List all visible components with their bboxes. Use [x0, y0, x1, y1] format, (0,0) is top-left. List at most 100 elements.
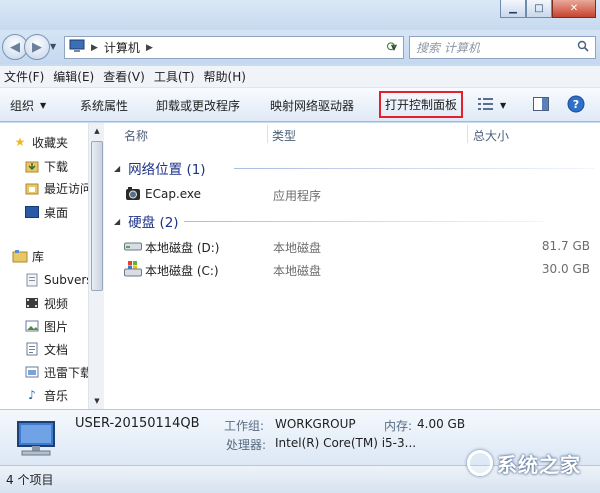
column-name[interactable]: 名称: [124, 127, 148, 144]
column-type[interactable]: 类型: [272, 127, 296, 144]
watermark: 系统之家: [467, 441, 595, 485]
item-name: ECap.exe: [145, 187, 202, 201]
address-row: ◀ ▶ ▼ ▶ 计算机 ▶ ▼ ⟳ 搜索 计算机: [0, 30, 600, 64]
change-view-button[interactable]: ▼: [478, 88, 506, 122]
minimize-button[interactable]: ▁: [500, 0, 526, 18]
nav-documents-label: 文档: [44, 342, 69, 357]
collapse-triangle-icon[interactable]: ◢: [114, 217, 120, 226]
menu-file[interactable]: 文件(F): [0, 68, 49, 85]
scrollbar-thumb[interactable]: [91, 141, 103, 291]
computer-icon: [69, 39, 85, 56]
breadcrumb-separator-icon[interactable]: ▶: [91, 43, 98, 53]
nav-desktop[interactable]: 桌面: [24, 201, 68, 223]
breadcrumb-computer[interactable]: 计算机: [104, 39, 140, 56]
column-divider[interactable]: [267, 125, 268, 143]
item-name: 本地磁盘 (D:): [145, 241, 220, 255]
picture-library-icon: [24, 318, 40, 334]
chevron-down-icon[interactable]: ▼: [500, 101, 506, 110]
workgroup-label: 工作组:: [224, 419, 265, 433]
refresh-button[interactable]: ⟳: [380, 36, 404, 59]
camera-app-icon: [124, 186, 142, 202]
nav-videos[interactable]: 视频: [24, 292, 68, 314]
nav-downloads[interactable]: 下载: [24, 155, 68, 177]
organize-label: 组织: [10, 98, 35, 113]
window-controls: ▁ □ ✕: [500, 0, 596, 18]
nav-subversion[interactable]: Subvers: [24, 269, 93, 291]
address-bar[interactable]: ▶ 计算机 ▶ ▼: [64, 36, 404, 59]
nav-scrollbar[interactable]: ▲ ▼: [88, 123, 104, 409]
nav-music[interactable]: ♪ 音乐: [24, 384, 68, 406]
windows-drive-icon: [124, 261, 142, 277]
group-hard-disks[interactable]: ◢ 硬盘 (2): [114, 211, 544, 231]
watermark-logo-icon: [467, 450, 493, 476]
nav-videos-label: 视频: [44, 296, 69, 311]
uninstall-program-button[interactable]: 卸载或更改程序: [156, 88, 240, 122]
back-arrow-icon: ◀: [10, 39, 20, 55]
group-network-locations[interactable]: ◢ 网络位置 (1): [114, 158, 594, 178]
breadcrumb-separator-icon[interactable]: ▶: [146, 43, 153, 53]
group-disks-title: 硬盘 (2): [128, 215, 179, 231]
nav-subversion-label: Subvers: [44, 273, 93, 287]
nav-xunlei[interactable]: 迅雷下载: [24, 361, 92, 383]
preview-pane-button[interactable]: [533, 88, 549, 122]
scroll-down-icon[interactable]: ▼: [89, 393, 105, 409]
maximize-button[interactable]: □: [526, 0, 552, 18]
recent-places-icon: [24, 180, 40, 196]
menu-bar: 文件(F) 编辑(E) 查看(V) 工具(T) 帮助(H): [0, 66, 600, 88]
column-total-size[interactable]: 总大小: [473, 127, 509, 144]
nav-documents[interactable]: 文档: [24, 338, 68, 360]
forward-button[interactable]: ▶: [24, 34, 50, 60]
group-divider: [234, 168, 594, 169]
svg-text:?: ?: [573, 98, 579, 111]
memory-value: 4.00 GB: [417, 417, 466, 431]
map-network-drive-button[interactable]: 映射网络驱动器: [270, 88, 354, 122]
menu-tools[interactable]: 工具(T): [150, 68, 200, 85]
item-size: 30.0 GB: [541, 262, 590, 276]
group-divider: [184, 221, 544, 222]
star-icon: ★: [14, 135, 26, 149]
nav-pictures[interactable]: 图片: [24, 315, 68, 337]
search-input[interactable]: 搜索 计算机: [409, 36, 596, 59]
title-bar: ▁ □ ✕: [0, 0, 600, 30]
search-placeholder: 搜索 计算机: [416, 41, 480, 55]
menu-view[interactable]: 查看(V): [99, 68, 150, 85]
hard-drive-icon: [124, 238, 142, 254]
subversion-library-icon: [24, 272, 40, 288]
list-item[interactable]: ECap.exe 应用程序: [124, 184, 594, 204]
nav-music-label: 音乐: [44, 388, 69, 403]
scroll-up-icon[interactable]: ▲: [89, 123, 105, 139]
nav-libraries[interactable]: 库: [12, 245, 44, 267]
nav-favorites[interactable]: ★ 收藏夹: [12, 131, 68, 153]
open-control-panel-button[interactable]: 打开控制面板: [379, 91, 464, 118]
item-type: 应用程序: [273, 189, 322, 203]
nav-libraries-label: 库: [32, 249, 45, 264]
help-button[interactable]: ?: [567, 88, 585, 122]
collapse-triangle-icon[interactable]: ◢: [114, 164, 120, 173]
nav-pictures-label: 图片: [44, 319, 69, 334]
menu-help[interactable]: 帮助(H): [200, 68, 251, 85]
watermark-text: 系统之家: [497, 452, 581, 477]
nav-recent[interactable]: 最近访问: [24, 177, 92, 199]
list-item[interactable]: 本地磁盘 (D:) 本地磁盘 81.7 GB: [124, 236, 594, 256]
column-divider[interactable]: [467, 125, 468, 143]
forward-arrow-icon: ▶: [32, 39, 42, 55]
computer-icon: [12, 418, 60, 460]
view-options-icon: [478, 97, 494, 114]
system-properties-button[interactable]: 系统属性: [80, 88, 128, 122]
desktop-icon: [24, 204, 40, 220]
menu-edit[interactable]: 编辑(E): [49, 68, 99, 85]
content-pane: 名称 类型 总大小 ◢ 网络位置 (1) ECap.exe 应用程序 ◢ 硬盘 …: [104, 123, 600, 409]
close-button[interactable]: ✕: [552, 0, 596, 18]
organize-button[interactable]: 组织 ▼: [10, 88, 46, 122]
item-type: 本地磁盘: [273, 264, 322, 278]
nav-xunlei-label: 迅雷下载: [44, 365, 93, 380]
nav-recent-label: 最近访问: [44, 181, 93, 196]
help-icon: ?: [567, 95, 585, 116]
recent-pages-dropdown[interactable]: ▼: [50, 42, 56, 51]
search-icon: [577, 40, 589, 55]
video-library-icon: [24, 295, 40, 311]
list-item[interactable]: 本地磁盘 (C:) 本地磁盘 30.0 GB: [124, 259, 594, 279]
music-note-icon: ♪: [28, 388, 36, 402]
computer-name: USER-20150114QB: [75, 416, 200, 431]
document-library-icon: [24, 341, 40, 357]
